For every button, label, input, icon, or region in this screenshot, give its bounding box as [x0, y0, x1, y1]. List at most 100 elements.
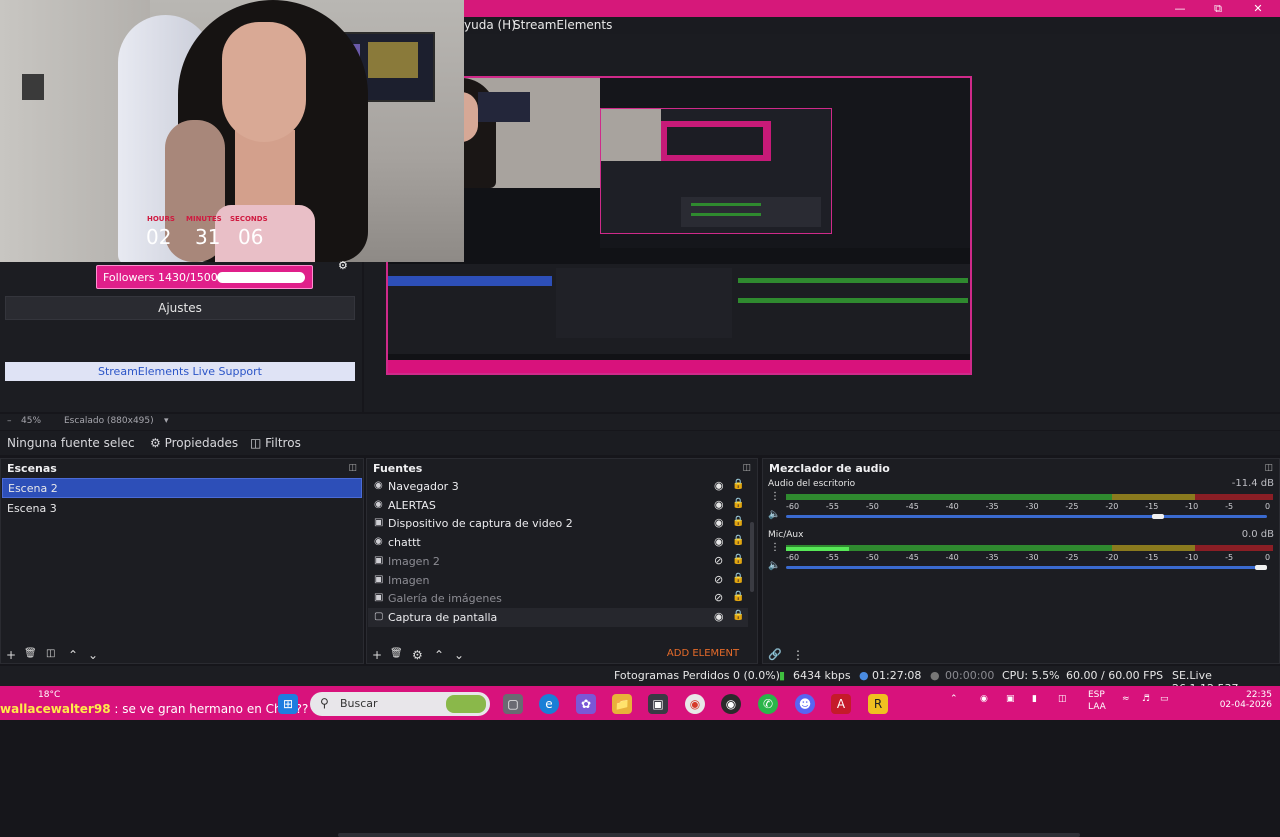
gear-icon[interactable]: ⚙ [412, 648, 423, 662]
weather-widget[interactable]: 18°C [38, 690, 60, 700]
channel-menu-icon[interactable]: ⋮ [770, 542, 780, 553]
app-r-icon[interactable]: R [868, 694, 888, 714]
close-icon[interactable]: ✕ [1240, 0, 1276, 17]
lock-icon[interactable]: 🔒 [732, 479, 744, 490]
source-label: chattt [388, 536, 421, 550]
scene-item[interactable]: Escena 3 [2, 499, 362, 519]
mic-icon[interactable]: ▮ [1032, 694, 1037, 704]
acrobat-icon[interactable]: A [831, 694, 851, 714]
audio-meter [786, 494, 1273, 500]
lock-icon[interactable]: 🔒 [732, 610, 744, 621]
volume-slider-handle[interactable] [1151, 514, 1164, 519]
notes-icon[interactable]: ◫ [1058, 694, 1067, 704]
battery-icon[interactable]: ▭ [1160, 694, 1169, 704]
move-up-icon[interactable]: ⌃ [434, 648, 444, 662]
task-view-icon[interactable]: ▢ [503, 694, 523, 714]
copilot-icon[interactable]: ✿ [576, 694, 596, 714]
add-element-button[interactable]: ADD ELEMENT [664, 646, 742, 662]
discord-icon[interactable]: ☻ [795, 694, 815, 714]
meter-tick-label: -50 [865, 553, 879, 562]
zoom-out-icon[interactable]: – [7, 416, 12, 426]
speaker-icon[interactable]: 🔈 [768, 560, 780, 571]
speaker-icon[interactable]: 🔈 [768, 509, 780, 520]
volume-slider[interactable] [786, 566, 1267, 569]
chevron-up-icon[interactable]: ⌃ [950, 694, 958, 704]
lock-icon[interactable]: 🔒 [732, 498, 744, 509]
taskbar-search[interactable]: ⚲ Buscar [310, 692, 490, 716]
source-item[interactable]: ▣ Galería de imágenes ⊘ 🔒 [368, 589, 748, 608]
source-item[interactable]: ▣ Imagen ⊘ 🔒 [368, 571, 748, 590]
gear-icon[interactable]: ⚙ [338, 259, 348, 272]
edge-icon[interactable]: e [539, 694, 559, 714]
more-options-icon[interactable]: ⋮ [792, 648, 804, 662]
windows-start-icon[interactable]: ⊞ [278, 694, 298, 714]
chevron-down-icon[interactable]: ▾ [164, 416, 169, 426]
settings-button[interactable]: Ajustes [5, 296, 355, 320]
maximize-icon[interactable]: ⧉ [1200, 0, 1236, 17]
properties-button[interactable]: ⚙ Propiedades [150, 436, 238, 450]
taskbar-clock[interactable]: 22:35 02-04-2026 [1212, 690, 1272, 710]
obs-icon[interactable]: ◉ [721, 694, 741, 714]
link-icon[interactable]: 🔗 [768, 648, 782, 661]
scene-item[interactable]: Escena 2 [2, 478, 362, 498]
source-item[interactable]: ◉ chattt ◉ 🔒 [368, 533, 748, 552]
wifi-icon[interactable]: ≈ [1122, 694, 1130, 704]
tray-app-icon[interactable]: ◉ [980, 694, 988, 704]
eye-icon[interactable]: ◉ [714, 479, 724, 492]
whatsapp-icon[interactable]: ✆ [758, 694, 778, 714]
move-up-icon[interactable]: ⌃ [68, 648, 78, 662]
live-support-button[interactable]: StreamElements Live Support [5, 362, 355, 381]
undock-icon[interactable]: ◫ [1264, 463, 1273, 473]
status-bar: Fotogramas Perdidos 0 (0.0%) ▮ 6434 kbps… [0, 666, 1280, 695]
lock-icon[interactable]: 🔒 [732, 591, 744, 602]
lock-icon[interactable]: 🔒 [732, 573, 744, 584]
eye-hidden-icon[interactable]: ⊘ [714, 573, 723, 586]
scale-dropdown[interactable]: Escalado (880x495) [64, 416, 154, 426]
minimize-icon[interactable]: — [1162, 0, 1198, 17]
channel-menu-icon[interactable]: ⋮ [770, 491, 780, 502]
language-indicator[interactable]: ESP [1088, 690, 1105, 700]
source-item[interactable]: ◉ Navegador 3 ◉ 🔒 [368, 477, 748, 496]
eye-hidden-icon[interactable]: ⊘ [714, 591, 723, 604]
store-icon[interactable]: ▣ [648, 694, 668, 714]
source-item[interactable]: ◉ ALERTAS ◉ 🔒 [368, 496, 748, 515]
lock-icon[interactable]: 🔒 [732, 554, 744, 565]
source-item[interactable]: ▣ Imagen 2 ⊘ 🔒 [368, 552, 748, 571]
volume-icon[interactable]: ♬ [1142, 694, 1150, 704]
volume-slider-handle[interactable] [1255, 565, 1267, 570]
eye-icon[interactable]: ◉ [714, 610, 724, 623]
move-down-icon[interactable]: ⌄ [88, 648, 98, 662]
eye-icon[interactable]: ◉ [714, 498, 724, 511]
add-source-icon[interactable]: + [372, 648, 382, 662]
remove-scene-icon[interactable]: 🗑 [24, 648, 37, 659]
preview-canvas[interactable] [386, 76, 972, 375]
chrome-icon[interactable]: ◉ [685, 694, 705, 714]
preview-scrollbar[interactable] [338, 833, 1080, 837]
eye-hidden-icon[interactable]: ⊘ [714, 554, 723, 567]
menu-help[interactable]: yuda (H) [464, 18, 516, 32]
eye-icon[interactable]: ◉ [714, 535, 724, 548]
filters-button[interactable]: ◫ Filtros [250, 436, 301, 450]
source-item[interactable]: ▢ Captura de pantalla ◉ 🔒 [368, 607, 748, 627]
scene-filter-icon[interactable]: ◫ [46, 648, 55, 659]
add-scene-icon[interactable]: + [6, 648, 16, 662]
lock-icon[interactable]: 🔒 [732, 516, 744, 527]
move-down-icon[interactable]: ⌄ [454, 648, 464, 662]
remove-source-icon[interactable]: 🗑 [390, 648, 403, 659]
properties-label: Propiedades [164, 436, 239, 450]
eye-icon[interactable]: ◉ [714, 516, 724, 529]
meter-tick-label: -35 [985, 553, 999, 562]
channel-db: -11.4 dB [1231, 478, 1274, 489]
lock-icon[interactable]: 🔒 [732, 535, 744, 546]
menu-streamelements[interactable]: StreamElements [513, 18, 612, 32]
volume-slider[interactable] [786, 515, 1267, 518]
undock-icon[interactable]: ◫ [742, 463, 751, 473]
meter-ticks: -60 -55 -50 -45 -40 -35 -30 -25 -20 -15 -10 -5 0 [786, 553, 1273, 563]
source-type-icon: ◉ [374, 536, 383, 548]
timer-seconds: 06 [238, 225, 264, 249]
sources-scrollbar[interactable] [750, 522, 754, 592]
source-item[interactable]: ▣ Dispositivo de captura de video 2 ◉ 🔒 [368, 514, 748, 533]
gamepad-icon[interactable]: ▣ [1006, 694, 1015, 704]
file-explorer-icon[interactable]: 📁 [612, 694, 632, 714]
undock-icon[interactable]: ◫ [348, 463, 357, 473]
